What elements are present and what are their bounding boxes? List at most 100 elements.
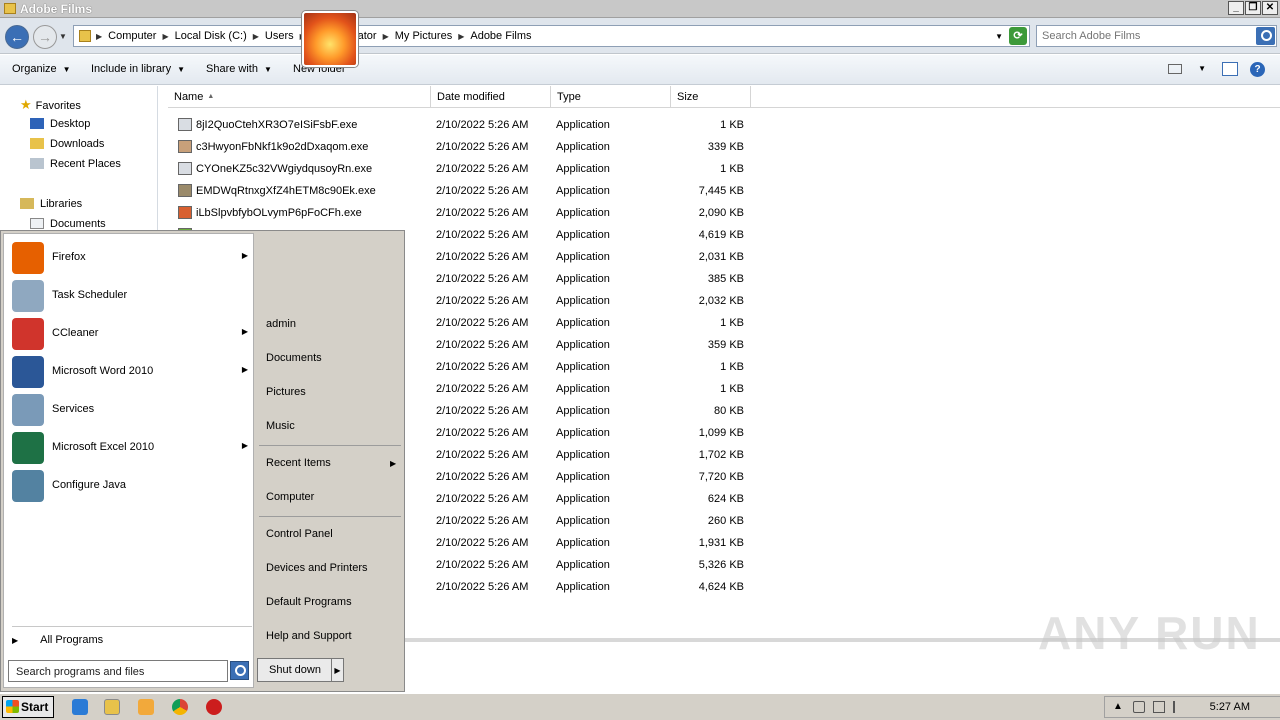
file-date: 2/10/2022 5:26 AM (436, 207, 529, 219)
start-link-pictures[interactable]: Pictures (266, 386, 306, 398)
separator (12, 626, 252, 627)
file-date: 2/10/2022 5:26 AM (436, 273, 529, 285)
network-icon[interactable] (1153, 701, 1165, 713)
separator (259, 516, 401, 517)
file-size: 2,032 KB (698, 295, 744, 307)
start-link-devices-printers[interactable]: Devices and Printers (266, 562, 368, 574)
sidebar-item-documents[interactable]: Documents (30, 218, 106, 230)
column-header-name[interactable]: Name ▲ (168, 86, 431, 108)
table-row[interactable]: iLbSlpvbfybOLvymP6pFoCFh.exe 2/10/2022 5:… (160, 203, 760, 225)
view-options-icon[interactable] (1168, 64, 1182, 74)
start-program-item[interactable]: CCleaner ▶ (12, 316, 252, 352)
help-icon[interactable]: ? (1250, 62, 1265, 77)
breadcrumb-item[interactable]: Local Disk (C:) (169, 30, 253, 42)
sidebar-item-desktop[interactable]: Desktop (30, 118, 90, 130)
breadcrumb-item[interactable]: Computer (102, 30, 162, 42)
submenu-arrow-icon: ▶ (241, 251, 248, 260)
recent-places-icon (30, 158, 44, 169)
user-avatar[interactable] (302, 11, 358, 67)
application-icon (178, 118, 192, 131)
file-date: 2/10/2022 5:26 AM (436, 295, 529, 307)
sort-ascending-icon: ▲ (207, 93, 215, 100)
watermark-logo: ANY RUN (1038, 607, 1261, 659)
back-button[interactable]: ← (5, 25, 29, 49)
volume-icon[interactable] (1133, 701, 1145, 713)
start-program-item[interactable]: Services (12, 392, 252, 428)
search-box[interactable] (1036, 25, 1277, 47)
table-row[interactable]: c3HwyonFbNkf1k9o2dDxaqom.exe 2/10/2022 5:… (160, 137, 760, 159)
file-size: 1 KB (720, 163, 744, 175)
share-with-menu[interactable]: Share with ▼ (206, 63, 272, 75)
sidebar-item-favorites[interactable]: ★ Favorites (20, 97, 81, 113)
search-input[interactable] (1042, 30, 1242, 42)
table-row[interactable]: CYOneKZ5c32VWgiydqusoyRn.exe 2/10/2022 5:… (160, 159, 760, 181)
start-link-recent-items[interactable]: Recent Items (266, 457, 331, 469)
refresh-icon[interactable]: ⟳ (1009, 27, 1027, 45)
start-link-help-support[interactable]: Help and Support (266, 630, 352, 642)
start-link-user[interactable]: admin (266, 318, 296, 330)
file-size: 2,090 KB (698, 207, 744, 219)
start-link-computer[interactable]: Computer (266, 491, 314, 503)
close-button[interactable]: ✕ (1262, 1, 1278, 15)
start-link-control-panel[interactable]: Control Panel (266, 528, 333, 540)
start-link-music[interactable]: Music (266, 420, 295, 432)
chrome-icon[interactable] (172, 699, 188, 715)
address-row: ← → ▼ ▶Computer▶Local Disk (C:)▶Users▶Ad… (0, 18, 1280, 54)
chevron-down-icon[interactable]: ▼ (1198, 64, 1206, 73)
breadcrumb-item[interactable]: Users (259, 30, 300, 42)
preview-pane-icon[interactable] (1222, 62, 1238, 76)
column-header-type[interactable]: Type (551, 86, 671, 108)
organize-menu[interactable]: Organize ▼ (12, 63, 71, 75)
start-search-input[interactable]: Search programs and files (8, 660, 228, 682)
show-hidden-icons-icon[interactable]: ▲ (1113, 701, 1125, 713)
forward-button[interactable]: → (33, 25, 57, 49)
column-header-size[interactable]: Size (671, 86, 751, 108)
column-header-date[interactable]: Date modified (431, 86, 551, 108)
address-bar[interactable]: ▶Computer▶Local Disk (C:)▶Users▶Administ… (73, 25, 1030, 47)
search-icon[interactable] (230, 661, 249, 680)
restore-button[interactable]: ❐ (1245, 1, 1261, 15)
action-center-flag-icon[interactable] (1173, 701, 1185, 713)
breadcrumb-item[interactable]: Adobe Films (464, 30, 537, 42)
sidebar-item-downloads[interactable]: Downloads (30, 138, 104, 150)
sidebar-item-recent-places[interactable]: Recent Places (30, 158, 121, 170)
sidebar-item-libraries[interactable]: Libraries (20, 198, 82, 210)
clock[interactable]: 5:27 AM (1210, 701, 1250, 713)
start-program-item[interactable]: Microsoft Word 2010 ▶ (12, 354, 252, 390)
start-program-item[interactable]: Firefox ▶ (12, 240, 252, 276)
start-program-item[interactable]: Microsoft Excel 2010 ▶ (12, 430, 252, 466)
file-date: 2/10/2022 5:26 AM (436, 361, 529, 373)
ie-icon[interactable] (72, 699, 88, 715)
table-row[interactable]: EMDWqRtnxgXfZ4hETM8c90Ek.exe 2/10/2022 5:… (160, 181, 760, 203)
include-in-library-menu[interactable]: Include in library ▼ (91, 63, 185, 75)
name-header-label: Name (174, 91, 204, 103)
shutdown-options-icon[interactable]: ▶ (331, 658, 344, 682)
java-icon (12, 470, 44, 502)
file-date: 2/10/2022 5:26 AM (436, 449, 529, 461)
start-link-documents[interactable]: Documents (266, 352, 322, 364)
command-bar: Organize ▼ Include in library ▼ Share with… (0, 55, 1280, 85)
all-programs-button[interactable]: ▶ All Programs (12, 634, 103, 646)
start-program-item[interactable]: Configure Java (12, 468, 252, 504)
start-program-item[interactable]: Task Scheduler (12, 278, 252, 314)
file-size: 359 KB (707, 339, 744, 351)
recent-places-label: Recent Places (50, 158, 121, 170)
table-row[interactable]: 8jI2QuoCtehXR3O7eISiFsbF.exe 2/10/2022 5:… (160, 115, 760, 137)
window-title: Adobe Films (20, 2, 93, 16)
shutdown-button[interactable]: Shut down (257, 658, 333, 682)
explorer-icon[interactable] (104, 699, 120, 715)
opera-icon[interactable] (206, 699, 222, 715)
breadcrumb-item[interactable]: My Pictures (389, 30, 458, 42)
file-size: 2,031 KB (698, 251, 744, 263)
search-icon[interactable] (1256, 27, 1275, 45)
start-link-default-programs[interactable]: Default Programs (266, 596, 352, 608)
minimize-button[interactable]: _ (1228, 1, 1244, 15)
program-label: Microsoft Excel 2010 (52, 441, 155, 453)
star-icon: ★ (20, 97, 32, 112)
start-button[interactable]: Start (2, 696, 54, 718)
file-date: 2/10/2022 5:26 AM (436, 559, 529, 571)
history-dropdown-icon[interactable]: ▼ (59, 32, 67, 41)
address-dropdown-icon[interactable]: ▼ (995, 32, 1003, 41)
media-player-icon[interactable] (138, 699, 154, 715)
file-date: 2/10/2022 5:26 AM (436, 163, 529, 175)
